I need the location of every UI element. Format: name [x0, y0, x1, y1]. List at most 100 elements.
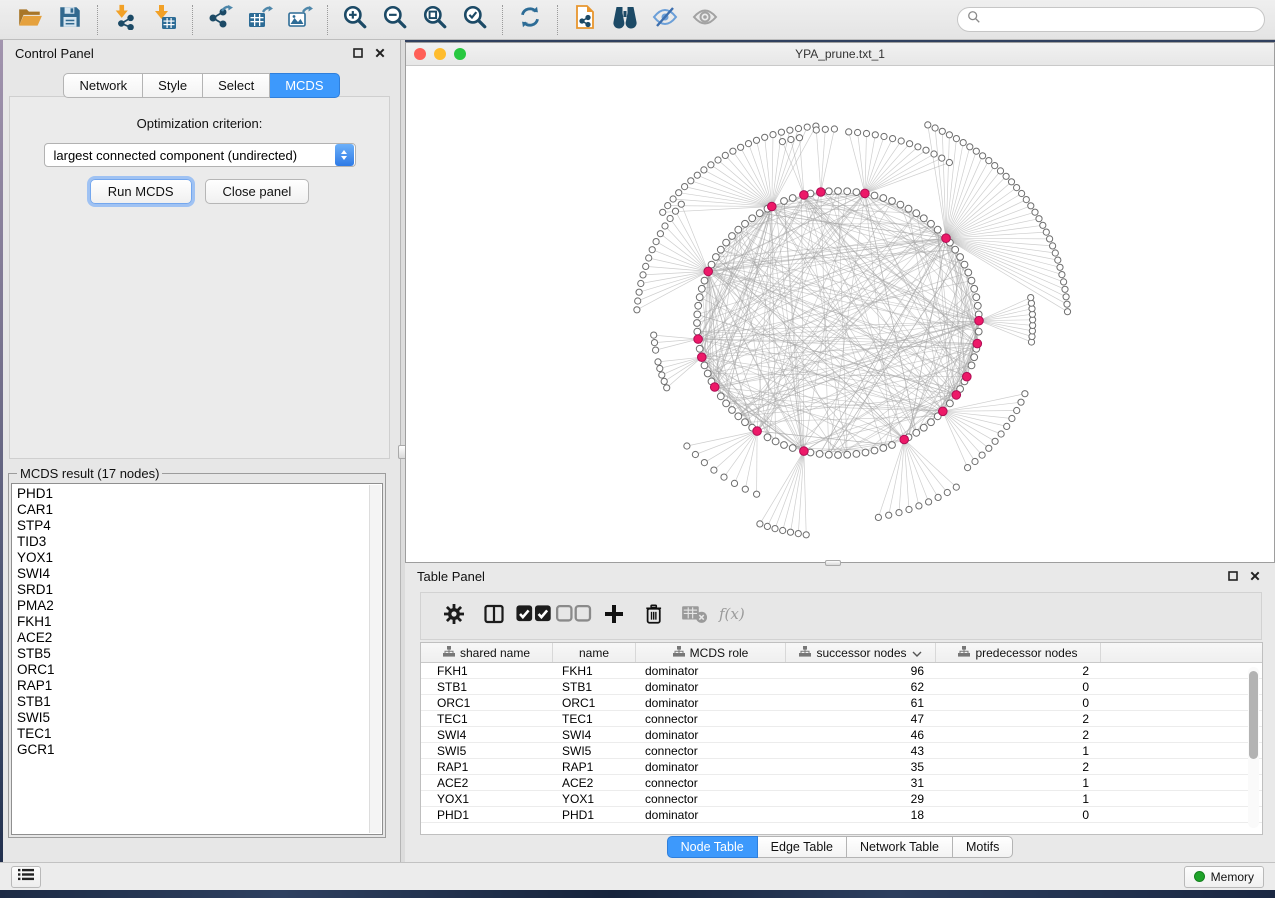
- mcds-result-list[interactable]: PHD1CAR1STP4TID3YOX1SWI4SRD1PMA2FKH1ACE2…: [11, 483, 383, 835]
- table-row[interactable]: STB1STB1dominator620: [421, 679, 1262, 695]
- zoom-out-button[interactable]: [375, 3, 415, 37]
- new-network-from-selection-button[interactable]: [565, 3, 605, 37]
- function-builder-button[interactable]: f(x): [714, 598, 754, 634]
- list-item[interactable]: ACE2: [17, 630, 382, 646]
- task-history-button[interactable]: [11, 866, 41, 888]
- list-item[interactable]: PHD1: [17, 486, 382, 502]
- export-table-button[interactable]: [240, 3, 280, 37]
- list-item[interactable]: STB5: [17, 646, 382, 662]
- table-row[interactable]: SWI5SWI5connector431: [421, 743, 1262, 759]
- apply-preferred-layout-button[interactable]: [510, 3, 550, 37]
- column-header-successor-nodes[interactable]: successor nodes: [786, 643, 936, 662]
- list-item[interactable]: TID3: [17, 534, 382, 550]
- list-item[interactable]: PMA2: [17, 598, 382, 614]
- shared-column-icon: [443, 646, 455, 660]
- table-scrollbar[interactable]: [1248, 667, 1259, 828]
- criterion-select[interactable]: largest connected component (undirected): [44, 143, 356, 167]
- table-cell: 43: [786, 744, 936, 758]
- table-cell: TEC1: [553, 712, 636, 726]
- status-bar: Memory: [0, 862, 1275, 890]
- list-item[interactable]: FKH1: [17, 614, 382, 630]
- close-panel-icon[interactable]: [372, 45, 388, 61]
- memory-label: Memory: [1211, 870, 1254, 884]
- table-cell: YOX1: [421, 792, 553, 806]
- tab-network-table[interactable]: Network Table: [847, 836, 953, 858]
- tab-network[interactable]: Network: [63, 73, 143, 98]
- export-image-button[interactable]: [280, 3, 320, 37]
- table-row[interactable]: YOX1YOX1connector291: [421, 791, 1262, 807]
- network-window-titlebar[interactable]: YPA_prune.txt_1: [406, 43, 1274, 66]
- import-table-button[interactable]: [145, 3, 185, 37]
- list-item[interactable]: STP4: [17, 518, 382, 534]
- zoom-fit-button[interactable]: [415, 3, 455, 37]
- export-network-button[interactable]: [200, 3, 240, 37]
- table-row[interactable]: ACE2ACE2connector311: [421, 775, 1262, 791]
- tab-node-table[interactable]: Node Table: [667, 836, 758, 858]
- horizontal-splitter-handle[interactable]: [825, 560, 841, 566]
- table-cell: 18: [786, 808, 936, 822]
- network-canvas[interactable]: [406, 66, 1274, 562]
- select-all-button[interactable]: [514, 598, 554, 634]
- table-body: FKH1FKH1dominator962STB1STB1dominator620…: [421, 663, 1262, 823]
- column-header-mcds-role[interactable]: MCDS role: [636, 643, 786, 662]
- sort-icon: [912, 646, 922, 660]
- delete-columns-button[interactable]: [634, 598, 674, 634]
- find-button[interactable]: [605, 3, 645, 37]
- list-item[interactable]: SRD1: [17, 582, 382, 598]
- table-cell: 31: [786, 776, 936, 790]
- table-options-button[interactable]: [434, 598, 474, 634]
- list-item[interactable]: GCR1: [17, 742, 382, 758]
- table-cell: 2: [936, 712, 1101, 726]
- list-item[interactable]: TEC1: [17, 726, 382, 742]
- list-item[interactable]: YOX1: [17, 550, 382, 566]
- tab-edge-table[interactable]: Edge Table: [758, 836, 847, 858]
- show-all-button[interactable]: [685, 3, 725, 37]
- search-input[interactable]: [986, 13, 1255, 27]
- float-window-icon[interactable]: [350, 45, 366, 61]
- delete-table-button[interactable]: [674, 598, 714, 634]
- table-scrollbar-thumb[interactable]: [1249, 671, 1258, 759]
- search-box[interactable]: [957, 7, 1265, 32]
- list-item[interactable]: SWI4: [17, 566, 382, 582]
- close-panel-button[interactable]: Close panel: [205, 179, 310, 204]
- list-item[interactable]: ORC1: [17, 662, 382, 678]
- table-row[interactable]: SWI4SWI4dominator462: [421, 727, 1262, 743]
- list-item[interactable]: SWI5: [17, 710, 382, 726]
- column-header-shared-name[interactable]: shared name: [421, 643, 553, 662]
- table-row[interactable]: ORC1ORC1dominator610: [421, 695, 1262, 711]
- tab-motifs[interactable]: Motifs: [953, 836, 1013, 858]
- deselect-all-button[interactable]: [554, 598, 594, 634]
- run-mcds-button[interactable]: Run MCDS: [90, 179, 192, 204]
- column-header-name[interactable]: name: [553, 643, 636, 662]
- eye-slash-icon: [652, 4, 678, 35]
- save-session-button[interactable]: [50, 3, 90, 37]
- list-item[interactable]: RAP1: [17, 678, 382, 694]
- tab-mcds[interactable]: MCDS: [270, 73, 339, 98]
- table-cell: RAP1: [553, 760, 636, 774]
- zoom-selected-button[interactable]: [455, 3, 495, 37]
- column-header-predecessor-nodes[interactable]: predecessor nodes: [936, 643, 1101, 662]
- hide-selected-button[interactable]: [645, 3, 685, 37]
- list-scrollbar[interactable]: [369, 485, 381, 833]
- binoculars-icon: [612, 4, 638, 35]
- tab-select[interactable]: Select: [203, 73, 270, 98]
- import-network-icon: [112, 4, 138, 35]
- table-toolbar: f(x): [420, 592, 1262, 640]
- float-table-icon[interactable]: [1225, 568, 1241, 584]
- network-window: YPA_prune.txt_1: [405, 42, 1275, 563]
- list-item[interactable]: CAR1: [17, 502, 382, 518]
- memory-button[interactable]: Memory: [1184, 866, 1264, 888]
- create-column-button[interactable]: [594, 598, 634, 634]
- refresh-icon: [517, 4, 543, 35]
- show-columns-button[interactable]: [474, 598, 514, 634]
- tab-style[interactable]: Style: [143, 73, 203, 98]
- open-session-button[interactable]: [10, 3, 50, 37]
- import-network-button[interactable]: [105, 3, 145, 37]
- zoom-in-button[interactable]: [335, 3, 375, 37]
- table-row[interactable]: PHD1PHD1dominator180: [421, 807, 1262, 823]
- list-item[interactable]: STB1: [17, 694, 382, 710]
- table-row[interactable]: FKH1FKH1dominator962: [421, 663, 1262, 679]
- close-table-icon[interactable]: [1247, 568, 1263, 584]
- table-row[interactable]: RAP1RAP1dominator352: [421, 759, 1262, 775]
- table-row[interactable]: TEC1TEC1connector472: [421, 711, 1262, 727]
